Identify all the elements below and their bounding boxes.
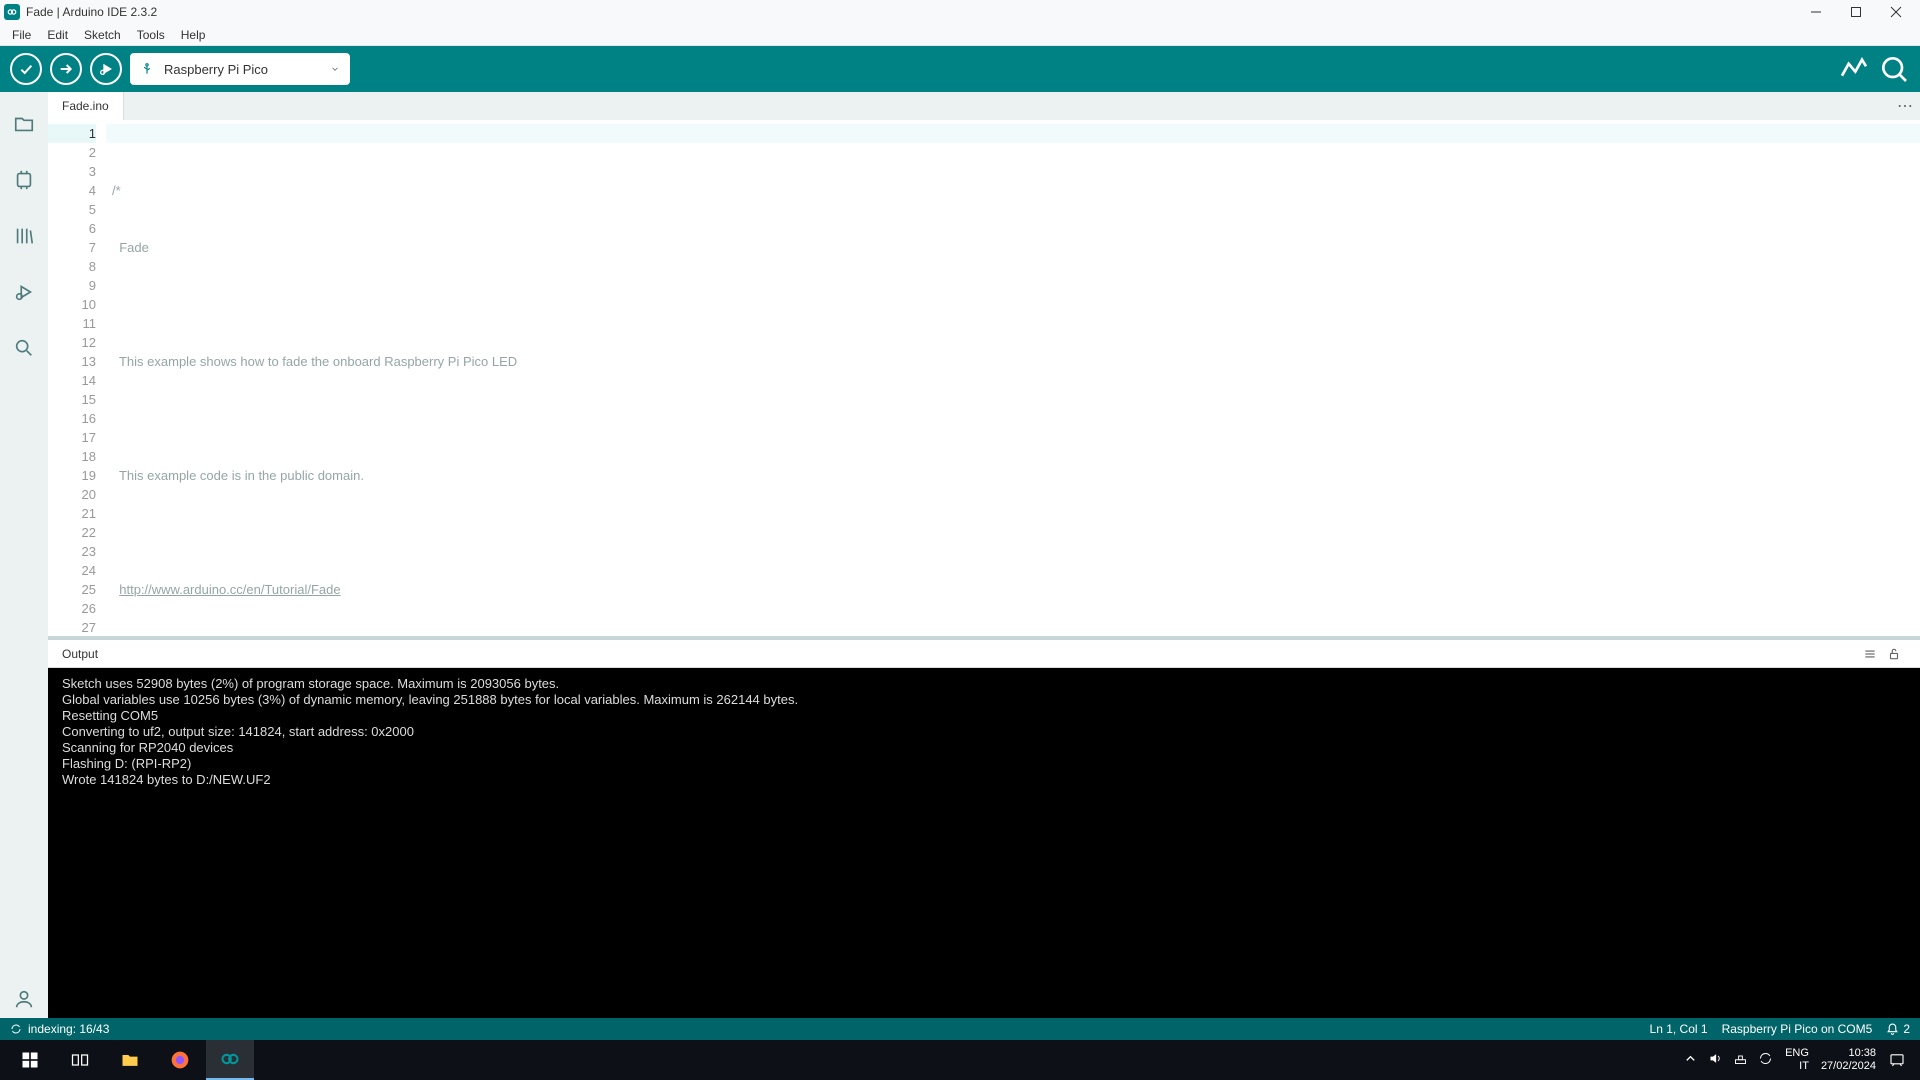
output-title: Output [62,647,98,661]
menu-edit[interactable]: Edit [39,26,76,44]
sync-icon [10,1023,22,1035]
start-button[interactable] [6,1040,54,1080]
debug-panel-icon[interactable] [10,278,38,306]
toolbar: Raspberry Pi Pico [0,46,1920,92]
verify-button[interactable] [10,53,42,85]
file-explorer-button[interactable] [106,1040,154,1080]
status-indexing: indexing: 16/43 [28,1022,109,1036]
code-content[interactable]: /* Fade This example shows how to fade t… [106,120,1920,636]
titlebar: Fade | Arduino IDE 2.3.2 [0,0,1920,24]
statusbar: indexing: 16/43 Ln 1, Col 1 Raspberry Pi… [0,1018,1920,1040]
status-notifications[interactable]: 2 [1886,1022,1910,1036]
serial-plotter-button[interactable] [1838,53,1870,85]
editor-column: Fade.ino ⋯ 1 2 3 4 5 6 7 8 9 10 11 12 13… [48,92,1920,1018]
board-selector[interactable]: Raspberry Pi Pico [130,53,350,85]
tray-language[interactable]: ENG IT [1785,1047,1809,1073]
line-gutter: 1 2 3 4 5 6 7 8 9 10 11 12 13 14 15 16 1… [48,120,106,636]
tray-sync-icon[interactable] [1758,1051,1773,1069]
minimize-button[interactable] [1796,0,1836,24]
menu-file[interactable]: File [4,26,39,44]
firefox-button[interactable] [156,1040,204,1080]
output-options-icon[interactable] [1858,642,1882,666]
arduino-taskbar-button[interactable] [206,1040,254,1080]
debug-button[interactable] [90,53,122,85]
output-header: Output [48,640,1920,668]
search-panel-icon[interactable] [10,334,38,362]
tray-volume-icon[interactable] [1708,1051,1723,1069]
windows-taskbar: ENG IT 10:38 27/02/2024 [0,1040,1920,1080]
chevron-down-icon [330,64,340,74]
main-area: Fade.ino ⋯ 1 2 3 4 5 6 7 8 9 10 11 12 13… [0,92,1920,1018]
task-view-button[interactable] [56,1040,104,1080]
maximize-button[interactable] [1836,0,1876,24]
tray-clock[interactable]: 10:38 27/02/2024 [1821,1047,1876,1073]
board-name: Raspberry Pi Pico [164,62,268,77]
bell-icon [1886,1023,1899,1036]
window-title: Fade | Arduino IDE 2.3.2 [26,5,157,19]
activity-bar [0,92,48,1018]
status-cursor[interactable]: Ln 1, Col 1 [1650,1022,1708,1036]
menu-sketch[interactable]: Sketch [76,26,129,44]
boards-manager-icon[interactable] [10,166,38,194]
tray-chevron-icon[interactable] [1683,1051,1698,1069]
output-console[interactable]: Sketch uses 52908 bytes (2%) of program … [48,668,1920,1018]
usb-icon [140,62,154,76]
menu-help[interactable]: Help [173,26,214,44]
menu-tools[interactable]: Tools [129,26,173,44]
output-panel: Output Sketch uses 52908 bytes (2%) of p… [48,636,1920,1018]
status-board[interactable]: Raspberry Pi Pico on COM5 [1722,1022,1873,1036]
system-tray: ENG IT 10:38 27/02/2024 [1683,1047,1914,1073]
tab-fade[interactable]: Fade.ino [48,92,124,120]
action-center-button[interactable] [1888,1051,1906,1069]
editor-tabs: Fade.ino ⋯ [48,92,1920,120]
library-manager-icon[interactable] [10,222,38,250]
sketchbook-icon[interactable] [10,110,38,138]
close-button[interactable] [1876,0,1916,24]
menubar: File Edit Sketch Tools Help [0,24,1920,46]
output-lock-icon[interactable] [1882,642,1906,666]
upload-button[interactable] [50,53,82,85]
app-icon [4,4,20,20]
tray-network-icon[interactable] [1733,1051,1748,1069]
account-icon[interactable] [10,990,38,1018]
serial-monitor-button[interactable] [1878,53,1910,85]
code-editor[interactable]: 1 2 3 4 5 6 7 8 9 10 11 12 13 14 15 16 1… [48,120,1920,636]
tab-overflow-button[interactable]: ⋯ [1890,92,1920,120]
